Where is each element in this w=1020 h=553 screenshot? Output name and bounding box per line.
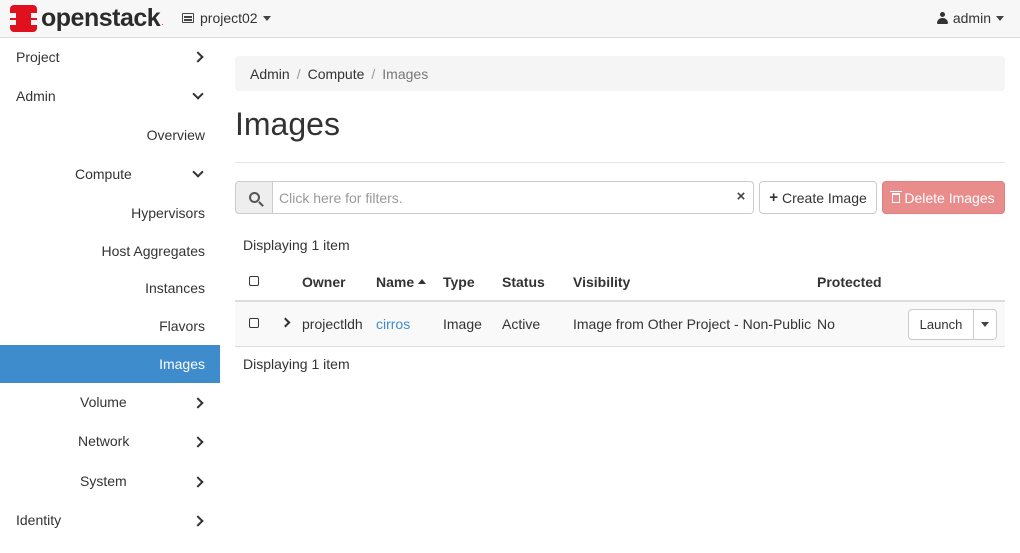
column-header-name[interactable]: Name [376,274,427,290]
sidebar-item-label: Hypervisors [131,205,205,221]
sidebar-item-label: Project [16,49,60,65]
brand-mark: . [161,17,164,27]
column-header-type[interactable]: Type [443,274,475,290]
sidebar-item-label: Network [78,433,130,449]
delete-images-label: Delete Images [904,189,995,206]
sidebar-item-admin[interactable]: Admin [0,77,220,115]
user-menu[interactable]: admin [936,10,1004,26]
column-header-protected[interactable]: Protected [817,274,882,290]
column-header-owner[interactable]: Owner [302,274,346,290]
project-switcher[interactable]: project02 [182,10,271,26]
breadcrumb-compute[interactable]: Compute [308,66,365,82]
top-navbar: openstack . project02 admin [0,0,1020,38]
breadcrumb-admin[interactable]: Admin [250,66,290,82]
breadcrumb-separator: / [296,65,301,82]
trash-icon [890,190,903,203]
sidebar-item-project[interactable]: Project [0,38,220,76]
cell-status: Active [502,316,541,332]
user-name: admin [952,10,991,26]
cell-name-link[interactable]: cirros [376,316,410,332]
sort-ascending-icon [418,279,427,284]
breadcrumb-current: Images [382,65,429,82]
launch-button[interactable]: Launch [908,309,974,340]
create-image-button[interactable]: + Create Image [759,181,877,214]
sidebar-item-hypervisors[interactable]: Hypervisors [0,194,220,232]
select-all-checkbox[interactable] [249,276,259,286]
caret-down-icon [262,15,271,21]
cell-protected: No [817,316,835,332]
sidebar-item-label: Admin [16,88,56,104]
project-name: project02 [200,10,258,26]
sidebar-item-label: Images [159,356,205,372]
sidebar-item-label: Instances [145,280,205,296]
brand-name: openstack [41,4,161,32]
sidebar-item-network[interactable]: Network [0,422,220,460]
breadcrumb-separator: / [371,65,376,82]
caret-down-icon [996,15,1004,21]
create-image-label: Create Image [781,189,867,206]
breadcrumb: Admin / Compute / Images [235,56,1005,91]
chevron-down-icon [192,88,204,100]
column-header-visibility[interactable]: Visibility [573,274,630,290]
search-addon [235,181,273,214]
project-list-icon [182,13,194,23]
cell-type: Image [443,316,482,332]
delete-images-button[interactable]: Delete Images [882,181,1005,214]
sidebar-item-label: System [80,473,127,489]
brand-logo-link[interactable]: openstack . [10,5,164,32]
page-title: Images [235,106,340,142]
sidebar-item-label: Host Aggregates [101,243,205,259]
plus-icon: + [769,189,778,206]
caret-down-icon [981,322,989,327]
chevron-right-icon [192,436,204,448]
sidebar-item-system[interactable]: System [0,462,220,500]
sidebar-item-label: Identity [16,512,62,528]
filter-input[interactable] [273,181,754,214]
user-icon [936,12,948,24]
chevron-right-icon [192,397,204,409]
sidebar-item-flavors[interactable]: Flavors [0,307,220,345]
sidebar-item-label: Volume [80,394,127,410]
row-actions: Launch [908,309,997,340]
chevron-down-icon [192,166,204,178]
title-divider [235,162,1005,163]
cell-owner: projectldh [302,316,363,332]
filter-bar: × [235,181,754,214]
sidebar-item-host-aggregates[interactable]: Host Aggregates [0,232,220,270]
sidebar-item-label: Compute [75,166,132,182]
search-icon [248,192,260,203]
sidebar-item-overview[interactable]: Overview [0,116,220,154]
column-header-status[interactable]: Status [502,274,545,290]
sidebar-item-images[interactable]: Images [0,345,220,383]
sidebar-item-label: Flavors [159,318,205,334]
openstack-logo-icon [10,5,37,32]
clear-filter-icon[interactable]: × [735,189,747,204]
cell-visibility: Image from Other Project - Non-Public [573,316,812,332]
chevron-right-icon [192,515,204,527]
sidebar: Project Admin Overview Compute Hyperviso… [0,38,220,553]
sidebar-item-label: Overview [146,127,205,143]
chevron-right-icon [192,476,204,488]
row-checkbox[interactable] [249,318,259,328]
chevron-right-icon [192,51,204,63]
column-header-name-label: Name [376,274,415,290]
item-count-bottom: Displaying 1 item [243,356,350,372]
sidebar-item-instances[interactable]: Instances [0,269,220,307]
row-actions-dropdown-toggle[interactable] [974,309,997,340]
sidebar-item-volume[interactable]: Volume [0,383,220,421]
item-count-top: Displaying 1 item [243,237,350,253]
sidebar-item-compute[interactable]: Compute [0,155,220,193]
sidebar-item-identity[interactable]: Identity [0,501,220,539]
